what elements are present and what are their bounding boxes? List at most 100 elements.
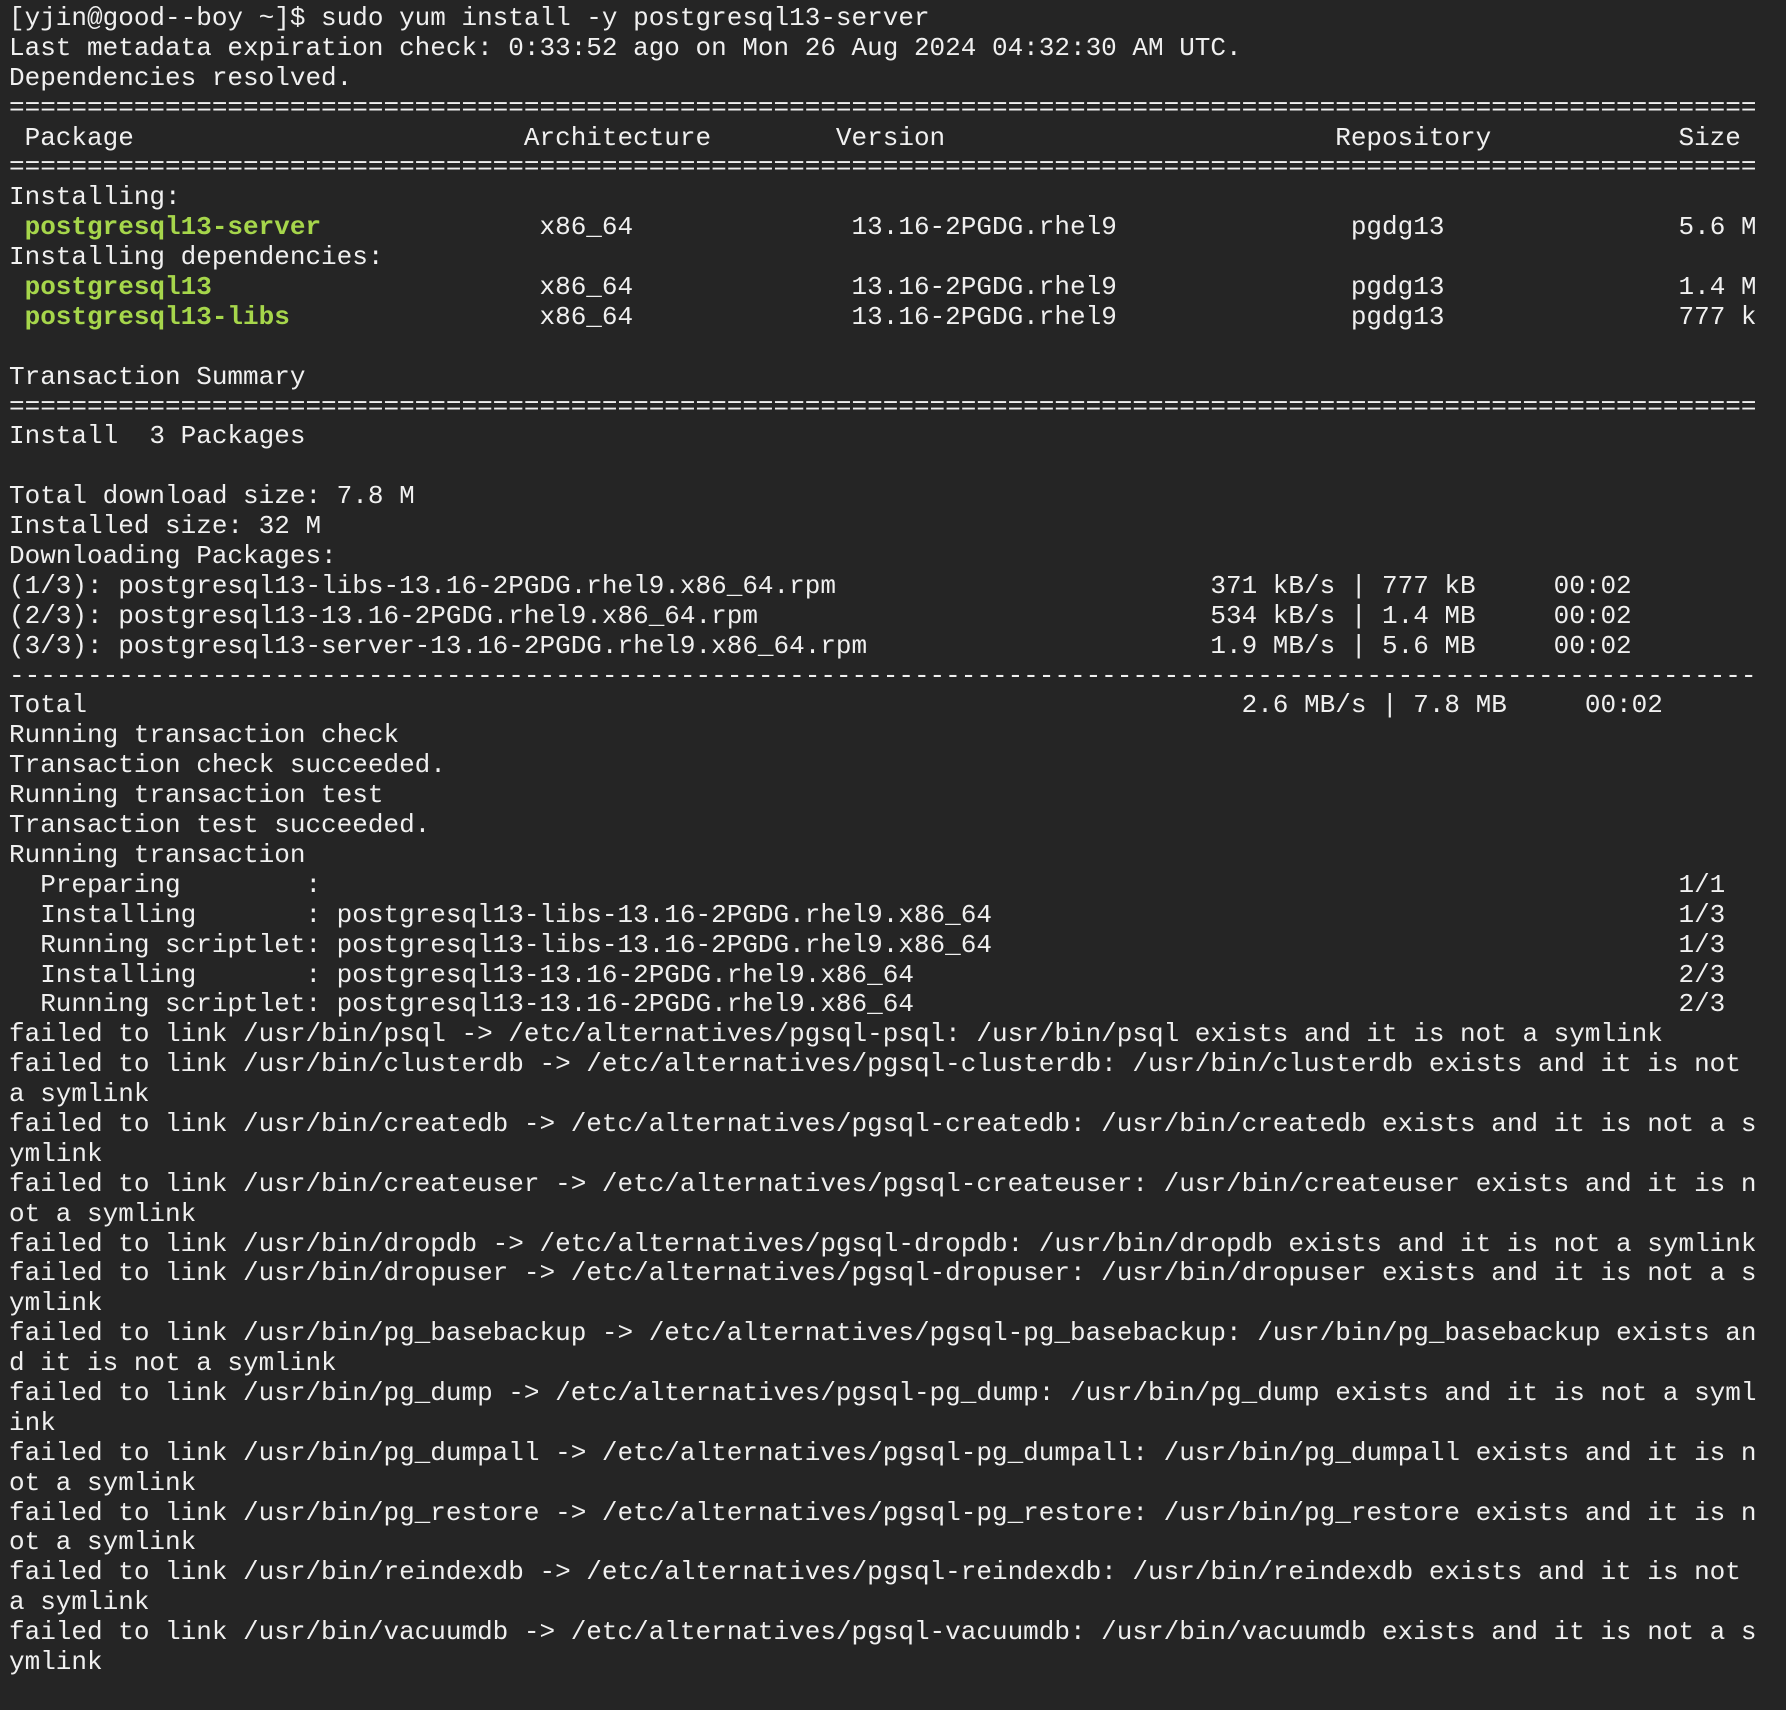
line-text: Running transaction: [9, 839, 306, 870]
terminal-line: Last metadata expiration check: 0:33:52 …: [9, 32, 1786, 64]
terminal-line: failed to link /usr/bin/pg_basebackup ->…: [9, 1318, 1786, 1349]
terminal-line: failed to link /usr/bin/pg_restore -> /e…: [9, 1497, 1786, 1529]
terminal-line: failed to link /usr/bin/dropdb -> /etc/a…: [9, 1228, 1786, 1260]
line-text: ymlink: [9, 1288, 103, 1319]
line-text: (3/3): postgresql13-server-13.16-2PGDG.r…: [9, 630, 1632, 661]
line-text: Transaction test succeeded.: [9, 810, 431, 841]
terminal-line: ========================================…: [9, 153, 1786, 183]
line-text: ----------------------------------------…: [9, 660, 1757, 691]
terminal-line: Package Architecture Version Repository …: [9, 122, 1786, 154]
terminal-line: [yjin@good--boy ~]$ sudo yum install -y …: [9, 3, 1786, 34]
terminal-line: ========================================…: [9, 92, 1786, 124]
line-text: ot a symlink: [9, 1467, 197, 1498]
line-text: x86_64 13.16-2PGDG.rhel9 pgdg13 777 k: [289, 301, 1757, 332]
line-text: [yjin@good--boy ~]$ sudo yum install -y …: [9, 3, 930, 33]
terminal-line: Installing:: [9, 182, 1786, 213]
terminal-line: Installed size: 32 M: [9, 511, 1786, 542]
line-text: Last metadata expiration check: 0:33:52 …: [9, 32, 1242, 63]
line-text: Running scriptlet: postgresql13-libs-13.…: [9, 929, 1726, 960]
line-text: Dependencies resolved.: [9, 62, 353, 93]
line-text: failed to link /usr/bin/pg_dump -> /etc/…: [9, 1377, 1757, 1408]
terminal-line: ot a symlink: [9, 1467, 1786, 1499]
terminal-line: Running scriptlet: postgresql13-13.16-2P…: [9, 989, 1786, 1020]
terminal-line: Preparing : 1/1: [9, 869, 1786, 901]
terminal-line: Dependencies resolved.: [9, 62, 1786, 94]
line-text: Transaction check succeeded.: [9, 750, 446, 781]
terminal-line: ink: [9, 1407, 1786, 1439]
line-text: failed to link /usr/bin/pg_dumpall -> /e…: [9, 1437, 1757, 1468]
terminal-line: Running transaction test: [9, 780, 1786, 811]
terminal-line: Total 2.6 MB/s | 7.8 MB 00:02: [9, 691, 1786, 721]
terminal-line: failed to link /usr/bin/createuser -> /e…: [9, 1168, 1786, 1200]
terminal-line: a symlink: [9, 1079, 1786, 1110]
terminal-line: postgresql13-libs x86_64 13.16-2PGDG.rhe…: [9, 301, 1786, 333]
line-text: Installing:: [9, 182, 181, 213]
terminal-line: failed to link /usr/bin/dropuser -> /etc…: [9, 1258, 1786, 1289]
terminal-output[interactable]: [yjin@good--boy ~]$ sudo yum install -y …: [0, 0, 1786, 1710]
line-text: failed to link /usr/bin/pg_basebackup ->…: [9, 1318, 1757, 1349]
terminal-line: ymlink: [9, 1139, 1786, 1170]
line-text: Package Architecture Version Repository …: [9, 122, 1741, 153]
terminal-line: Total download size: 7.8 M: [9, 481, 1786, 512]
line-text: ink: [9, 1407, 56, 1438]
line-text: Transaction Summary: [9, 361, 306, 392]
line-text: Running transaction check: [9, 720, 400, 751]
terminal-line: ot a symlink: [9, 1198, 1786, 1230]
line-text: failed to link /usr/bin/dropdb -> /etc/a…: [9, 1228, 1757, 1259]
line-text: failed to link /usr/bin/pg_restore -> /e…: [9, 1497, 1757, 1528]
terminal-line: ----------------------------------------…: [9, 660, 1786, 692]
terminal-line: failed to link /usr/bin/reindexdb -> /et…: [9, 1557, 1786, 1588]
line-text: failed to link /usr/bin/createdb -> /etc…: [9, 1108, 1757, 1139]
terminal-line: failed to link /usr/bin/pg_dumpall -> /e…: [9, 1437, 1786, 1469]
terminal-line: Running scriptlet: postgresql13-libs-13.…: [9, 929, 1786, 961]
line-text: x86_64 13.16-2PGDG.rhel9 pgdg13 1.4 M: [211, 272, 1757, 303]
terminal-line: (1/3): postgresql13-libs-13.16-2PGDG.rhe…: [9, 571, 1786, 602]
terminal-line: failed to link /usr/bin/psql -> /etc/alt…: [9, 1019, 1786, 1050]
package-name: postgresql13-libs: [9, 301, 290, 332]
line-text: failed to link /usr/bin/clusterdb -> /et…: [9, 1049, 1741, 1080]
terminal-line: postgresql13-server x86_64 13.16-2PGDG.r…: [9, 212, 1786, 243]
terminal-line: Installing : postgresql13-13.16-2PGDG.rh…: [9, 960, 1786, 991]
terminal-line: ymlink: [9, 1646, 1786, 1678]
terminal-line: ot a symlink: [9, 1527, 1786, 1558]
terminal-line: (3/3): postgresql13-server-13.16-2PGDG.r…: [9, 630, 1786, 662]
terminal-line: (2/3): postgresql13-13.16-2PGDG.rhel9.x8…: [9, 600, 1786, 632]
line-text: failed to link /usr/bin/vacuumdb -> /etc…: [9, 1617, 1757, 1648]
package-name: postgresql13: [9, 272, 212, 303]
terminal-line: Transaction Summary: [9, 361, 1786, 393]
line-text: Running scriptlet: postgresql13-13.16-2P…: [9, 989, 1726, 1020]
terminal-line: Installing : postgresql13-libs-13.16-2PG…: [9, 899, 1786, 931]
terminal-line: Running transaction check: [9, 720, 1786, 751]
terminal-line: ========================================…: [9, 392, 1786, 423]
line-text: Installing : postgresql13-libs-13.16-2PG…: [9, 899, 1726, 930]
terminal-line: Downloading Packages:: [9, 541, 1786, 572]
terminal-line: Install 3 Packages: [9, 422, 1786, 452]
line-text: ot a symlink: [9, 1527, 197, 1558]
line-text: ========================================…: [9, 152, 1757, 183]
terminal-line: d it is not a symlink: [9, 1348, 1786, 1379]
line-text: Installed size: 32 M: [9, 511, 322, 542]
terminal-line: a symlink: [9, 1587, 1786, 1618]
line-text: ========================================…: [9, 92, 1757, 123]
terminal-line: failed to link /usr/bin/vacuumdb -> /etc…: [9, 1617, 1786, 1648]
package-name: postgresql13-server: [9, 212, 322, 243]
line-text: d it is not a symlink: [9, 1348, 337, 1379]
line-text: a symlink: [9, 1587, 150, 1618]
terminal-line: failed to link /usr/bin/pg_dump -> /etc/…: [9, 1377, 1786, 1409]
line-text: Preparing : 1/1: [9, 869, 1726, 900]
line-text: ymlink: [9, 1646, 103, 1677]
terminal-line: failed to link /usr/bin/clusterdb -> /et…: [9, 1049, 1786, 1080]
line-text: Total 2.6 MB/s | 7.8 MB 00:02: [9, 690, 1663, 721]
line-text: Total download size: 7.8 M: [9, 481, 415, 512]
line-text: a symlink: [9, 1079, 150, 1110]
line-text: failed to link /usr/bin/dropuser -> /etc…: [9, 1258, 1757, 1289]
line-text: failed to link /usr/bin/createuser -> /e…: [9, 1168, 1757, 1199]
terminal-line: Transaction test succeeded.: [9, 810, 1786, 841]
line-text: ot a symlink: [9, 1198, 197, 1229]
terminal-line: Transaction check succeeded.: [9, 750, 1786, 781]
line-text: (2/3): postgresql13-13.16-2PGDG.rhel9.x8…: [9, 600, 1632, 631]
terminal-line: Installing dependencies:: [9, 242, 1786, 273]
line-text: Downloading Packages:: [9, 541, 337, 572]
